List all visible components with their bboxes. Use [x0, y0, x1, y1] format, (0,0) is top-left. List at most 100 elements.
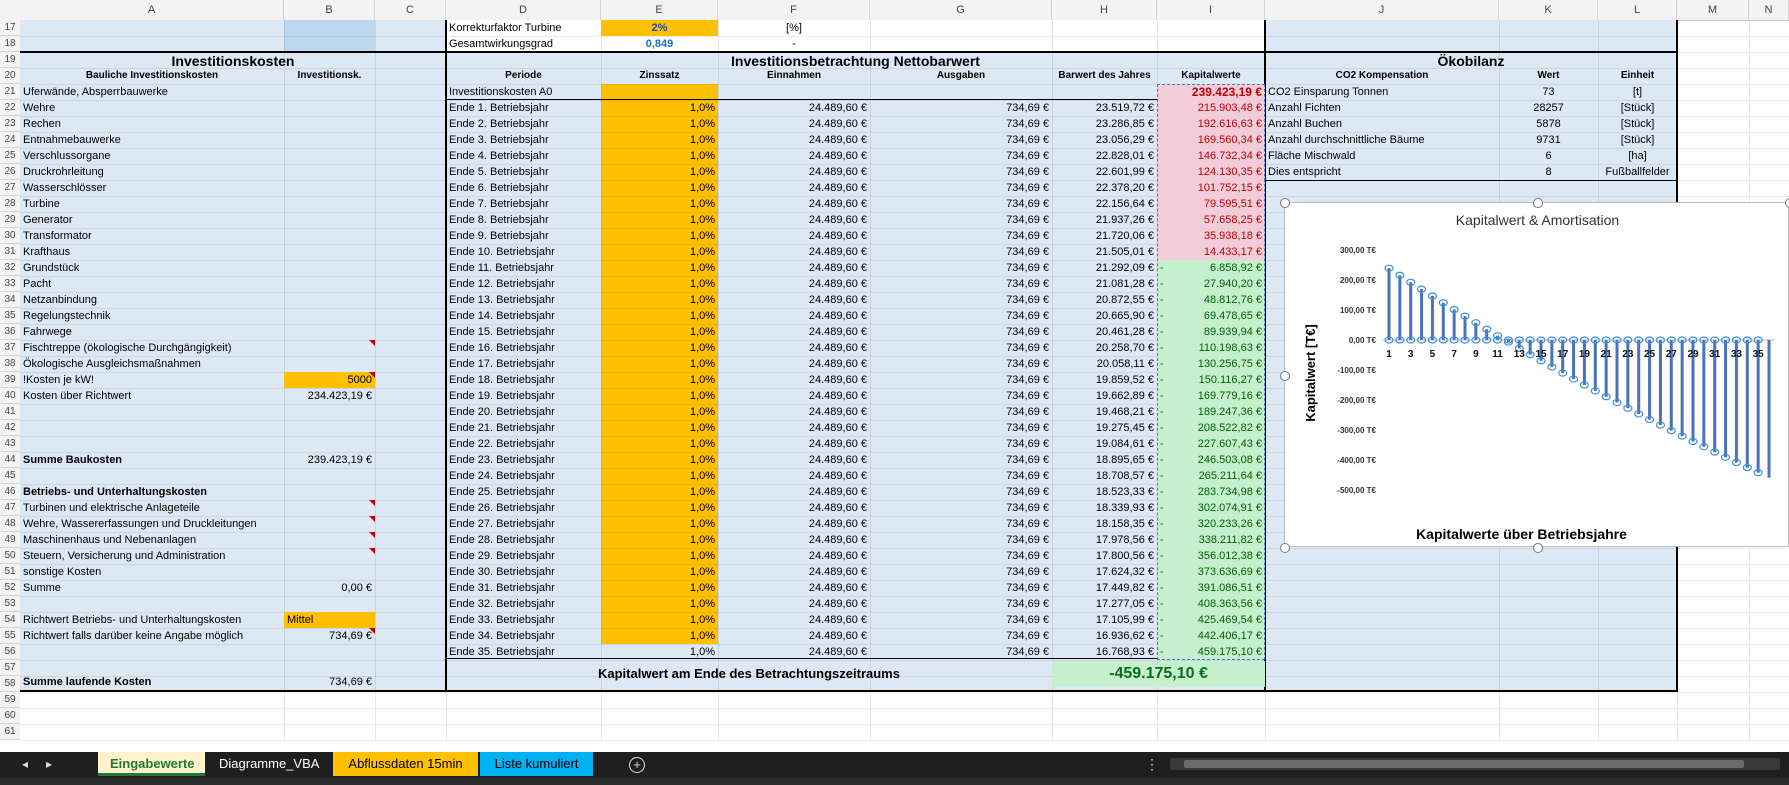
- zinssatz-cell[interactable]: 1,0%: [601, 116, 718, 132]
- ausgaben-cell[interactable]: 734,69 €: [870, 100, 1052, 116]
- periode-cell[interactable]: Ende 6. Betriebsjahr: [446, 180, 601, 196]
- row-header-18[interactable]: 18: [0, 36, 20, 52]
- column-header-e[interactable]: E: [601, 0, 718, 20]
- invest-item[interactable]: Entnahmebauwerke: [20, 132, 284, 148]
- more-options-icon[interactable]: ⋮: [1145, 752, 1159, 776]
- periode-cell[interactable]: Ende 7. Betriebsjahr: [446, 196, 601, 212]
- zinssatz-cell[interactable]: 1,0%: [601, 276, 718, 292]
- ausgaben-cell[interactable]: 734,69 €: [870, 228, 1052, 244]
- ausgaben-cell[interactable]: 734,69 €: [870, 148, 1052, 164]
- zinssatz-cell[interactable]: 1,0%: [601, 228, 718, 244]
- invest-item[interactable]: Wehre: [20, 100, 284, 116]
- einnahmen-cell[interactable]: 24.489,60 €: [718, 644, 870, 660]
- zinssatz-cell[interactable]: 1,0%: [601, 340, 718, 356]
- invest-item[interactable]: Wasserschlösser: [20, 180, 284, 196]
- column-header-c[interactable]: C: [375, 0, 446, 20]
- zinssatz-cell[interactable]: 1,0%: [601, 644, 718, 660]
- ausgaben-cell[interactable]: 734,69 €: [870, 452, 1052, 468]
- periode-cell[interactable]: Ende 10. Betriebsjahr: [446, 244, 601, 260]
- barwert-cell[interactable]: 18.158,35 €: [1052, 516, 1157, 532]
- gesamt-unit[interactable]: -: [718, 36, 870, 52]
- sheet-tab-liste-kumuliert[interactable]: Liste kumuliert: [480, 752, 593, 776]
- periode-cell[interactable]: Ende 4. Betriebsjahr: [446, 148, 601, 164]
- oeko-value[interactable]: 9731: [1499, 132, 1598, 148]
- npv-header[interactable]: Barwert des Jahres: [1052, 68, 1157, 84]
- zinssatz-cell[interactable]: 1,0%: [601, 164, 718, 180]
- row-header-61[interactable]: 61: [0, 724, 20, 740]
- ausgaben-cell[interactable]: 734,69 €: [870, 180, 1052, 196]
- ausgaben-cell[interactable]: 734,69 €: [870, 340, 1052, 356]
- ausgaben-cell[interactable]: 734,69 €: [870, 324, 1052, 340]
- einnahmen-cell[interactable]: 24.489,60 €: [718, 372, 870, 388]
- einnahmen-cell[interactable]: 24.489,60 €: [718, 244, 870, 260]
- npv-header[interactable]: Einnahmen: [718, 68, 870, 84]
- oeko-unit[interactable]: Fußballfelder: [1598, 164, 1677, 180]
- zinssatz-cell[interactable]: 1,0%: [601, 148, 718, 164]
- invest-item[interactable]: Fischtreppe (ökologische Durchgängigkeit…: [20, 340, 284, 356]
- gesamt-value[interactable]: 0,849: [601, 36, 718, 52]
- einnahmen-cell[interactable]: 24.489,60 €: [718, 596, 870, 612]
- einnahmen-cell[interactable]: 24.489,60 €: [718, 116, 870, 132]
- oeko-value[interactable]: 8: [1499, 164, 1598, 180]
- invest-header-b[interactable]: Investitionsk.: [284, 68, 375, 84]
- zinssatz-cell[interactable]: 1,0%: [601, 484, 718, 500]
- row-header-31[interactable]: 31: [0, 244, 20, 260]
- zinssatz-cell[interactable]: 1,0%: [601, 388, 718, 404]
- ausgaben-cell[interactable]: 734,69 €: [870, 260, 1052, 276]
- periode-cell[interactable]: Ende 2. Betriebsjahr: [446, 116, 601, 132]
- zinssatz-cell[interactable]: 1,0%: [601, 132, 718, 148]
- kapitalwert-chart[interactable]: Kapitalwert & Amortisation Kapitalwerte ü…: [1280, 198, 1789, 553]
- einnahmen-cell[interactable]: 24.489,60 €: [718, 500, 870, 516]
- einnahmen-cell[interactable]: 24.489,60 €: [718, 484, 870, 500]
- npv-header[interactable]: Kapitalwerte: [1157, 68, 1265, 84]
- einnahmen-cell[interactable]: 24.489,60 €: [718, 420, 870, 436]
- zinssatz-cell[interactable]: 1,0%: [601, 452, 718, 468]
- row-header-23[interactable]: 23: [0, 116, 20, 132]
- einnahmen-cell[interactable]: 24.489,60 €: [718, 164, 870, 180]
- betrieb-item[interactable]: Steuern, Versicherung und Administration: [20, 548, 375, 564]
- gesamt-label[interactable]: Gesamtwirkungsgrad: [446, 36, 601, 52]
- barwert-cell[interactable]: 22.601,99 €: [1052, 164, 1157, 180]
- ausgaben-cell[interactable]: 734,69 €: [870, 308, 1052, 324]
- einnahmen-cell[interactable]: 24.489,60 €: [718, 356, 870, 372]
- row-header-30[interactable]: 30: [0, 228, 20, 244]
- periode-cell[interactable]: Ende 19. Betriebsjahr: [446, 388, 601, 404]
- barwert-cell[interactable]: 23.056,29 €: [1052, 132, 1157, 148]
- sheet-tab-diagramme-vba[interactable]: Diagramme_VBA: [207, 752, 331, 776]
- chart-resize-handle[interactable]: [1532, 198, 1543, 208]
- ausgaben-cell[interactable]: 734,69 €: [870, 372, 1052, 388]
- invest-header-a[interactable]: Bauliche Investitionskosten: [20, 68, 284, 84]
- row-header-52[interactable]: 52: [0, 580, 20, 596]
- ausgaben-cell[interactable]: 734,69 €: [870, 212, 1052, 228]
- einnahmen-cell[interactable]: 24.489,60 €: [718, 132, 870, 148]
- ausgaben-cell[interactable]: 734,69 €: [870, 484, 1052, 500]
- periode-cell[interactable]: Ende 26. Betriebsjahr: [446, 500, 601, 516]
- zinssatz-cell[interactable]: 1,0%: [601, 612, 718, 628]
- row-header-19[interactable]: 19: [0, 52, 20, 68]
- ausgaben-cell[interactable]: 734,69 €: [870, 564, 1052, 580]
- row-header-48[interactable]: 48: [0, 516, 20, 532]
- periode-cell[interactable]: Ende 1. Betriebsjahr: [446, 100, 601, 116]
- zinssatz-cell[interactable]: 1,0%: [601, 372, 718, 388]
- richtwert-label[interactable]: Kosten über Richtwert: [20, 388, 284, 404]
- zinssatz-cell[interactable]: 1,0%: [601, 180, 718, 196]
- periode-cell[interactable]: Ende 33. Betriebsjahr: [446, 612, 601, 628]
- row-header-55[interactable]: 55: [0, 628, 20, 644]
- richtwert-falls-label[interactable]: Richtwert falls darüber keine Angabe mög…: [20, 628, 284, 644]
- barwert-cell[interactable]: 22.828,01 €: [1052, 148, 1157, 164]
- barwert-cell[interactable]: 20.258,70 €: [1052, 340, 1157, 356]
- row-header-36[interactable]: 36: [0, 324, 20, 340]
- periode-cell[interactable]: Ende 11. Betriebsjahr: [446, 260, 601, 276]
- row-header-49[interactable]: 49: [0, 532, 20, 548]
- end-label[interactable]: Kapitalwert am Ende des Betrachtungszeit…: [446, 661, 1052, 687]
- row-header-34[interactable]: 34: [0, 292, 20, 308]
- barwert-cell[interactable]: 19.859,52 €: [1052, 372, 1157, 388]
- row-header-50[interactable]: 50: [0, 548, 20, 564]
- barwert-cell[interactable]: 19.084,61 €: [1052, 436, 1157, 452]
- zinssatz-cell[interactable]: 1,0%: [601, 292, 718, 308]
- einnahmen-cell[interactable]: 24.489,60 €: [718, 228, 870, 244]
- betrieb-item[interactable]: Maschinenhaus und Nebenanlagen: [20, 532, 375, 548]
- richtwert-bu-label[interactable]: Richtwert Betriebs- und Unterhaltungskos…: [20, 612, 284, 628]
- ausgaben-cell[interactable]: 734,69 €: [870, 276, 1052, 292]
- a0-label[interactable]: Investitionskosten A0: [446, 84, 718, 100]
